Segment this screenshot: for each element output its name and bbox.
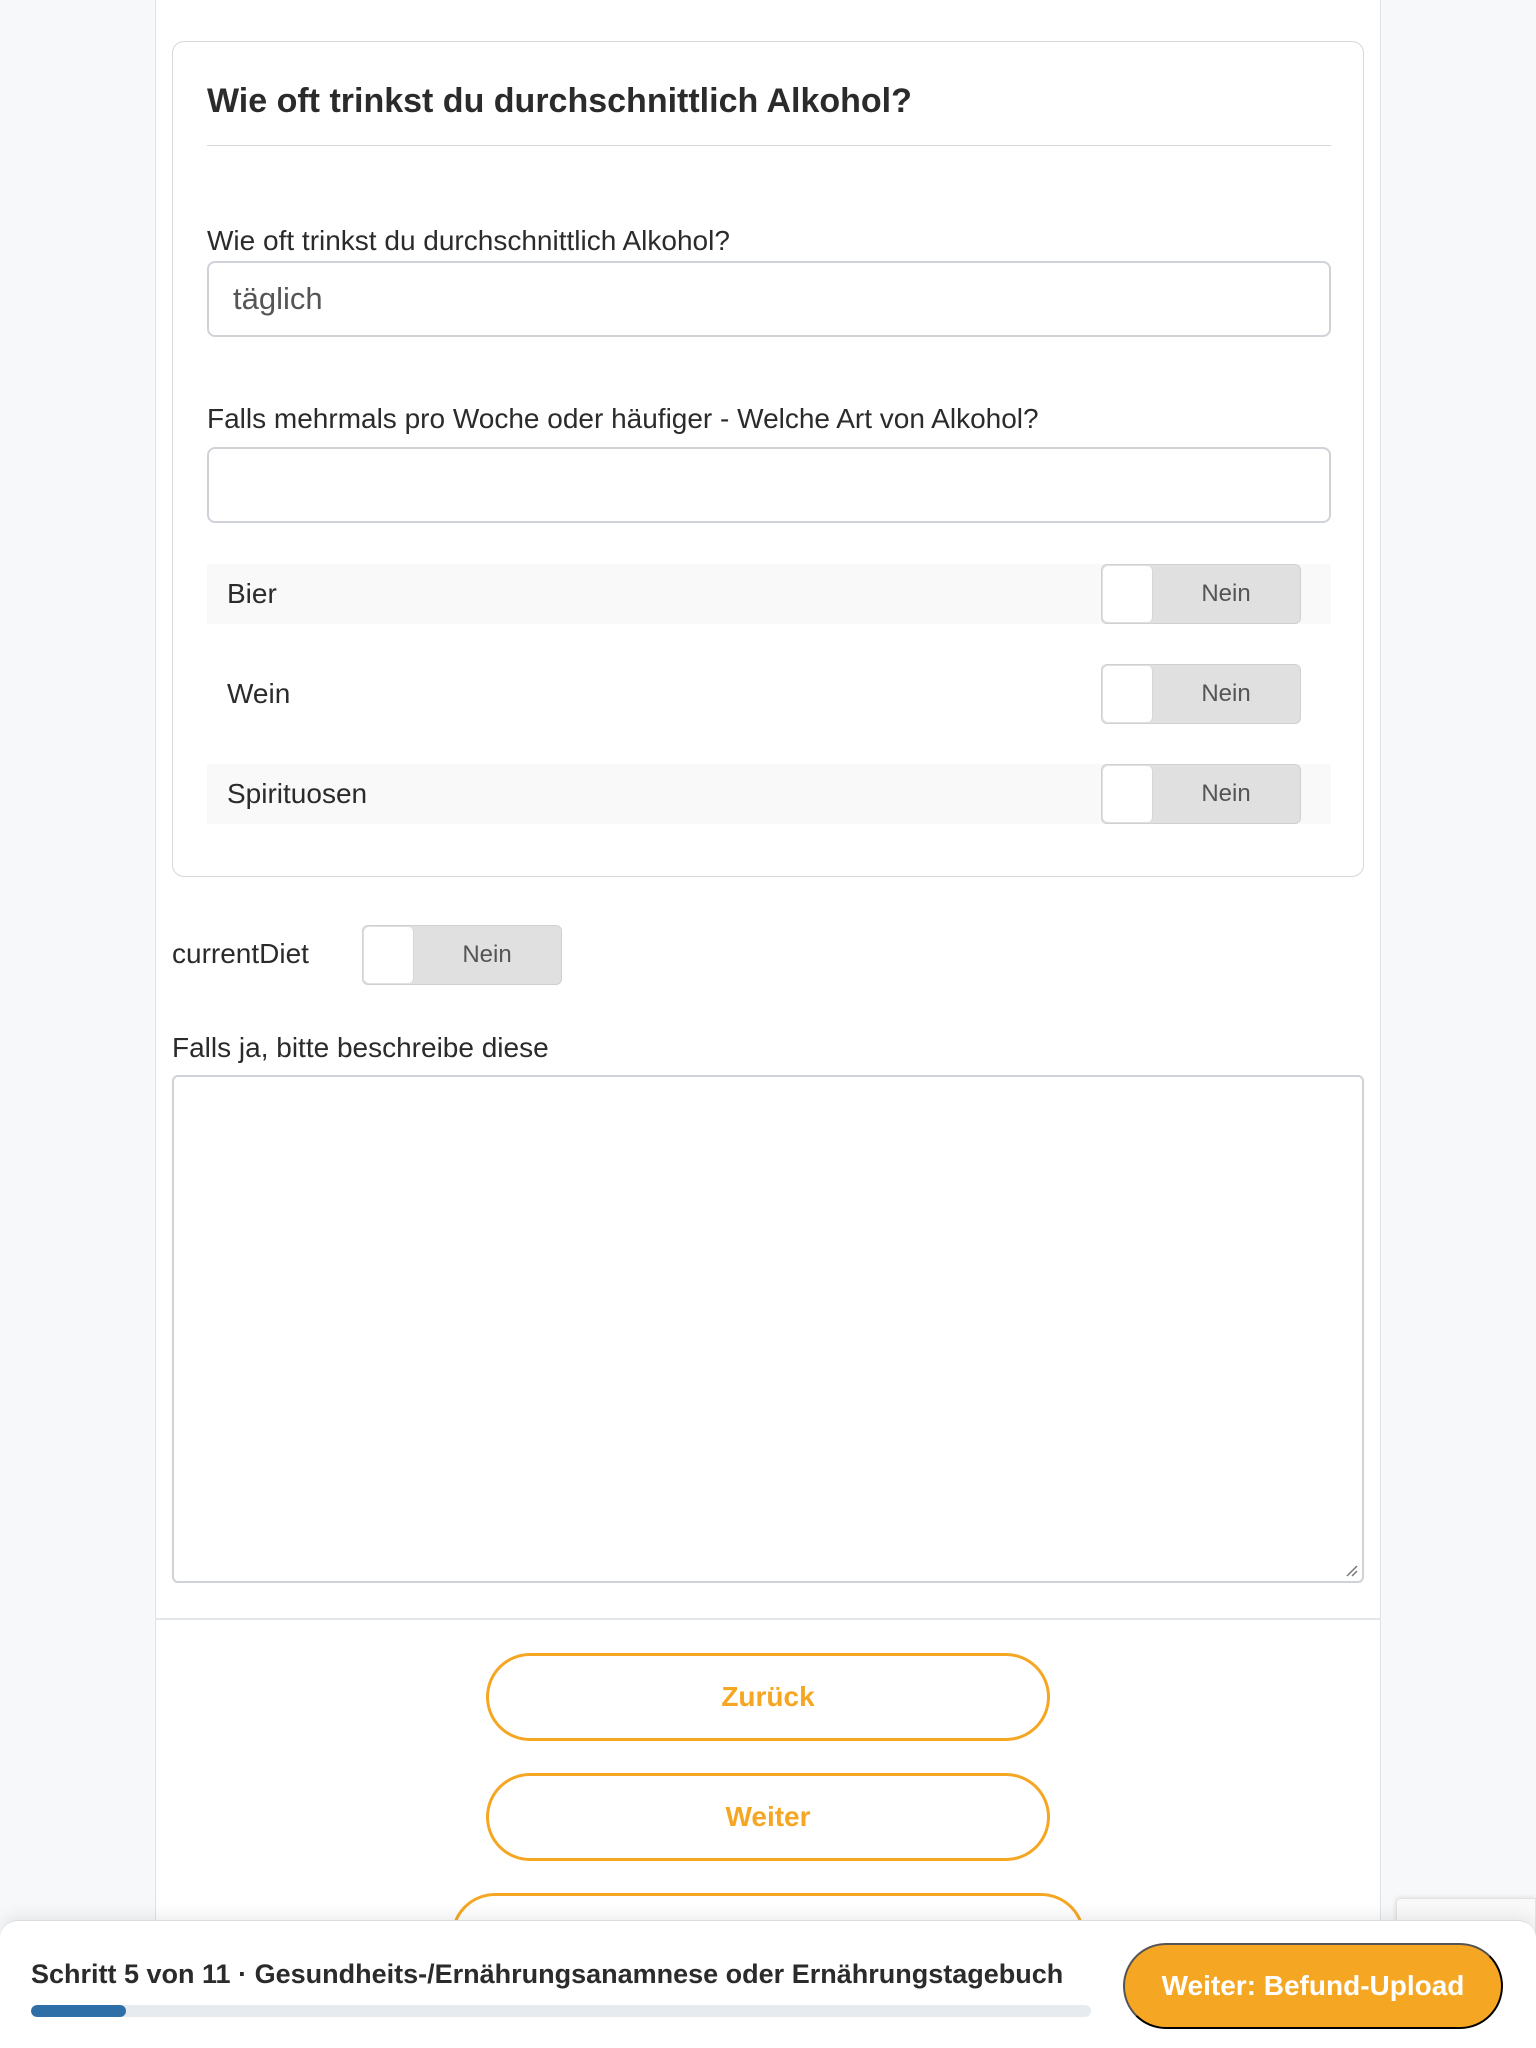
progress-fill — [31, 2005, 127, 2017]
alcohol-question-group: Wie oft trinkst du durchschnittlich Alko… — [172, 41, 1364, 877]
group-title: Wie oft trinkst du durchschnittlich Alko… — [207, 82, 912, 120]
alcohol-type-input[interactable] — [207, 447, 1331, 523]
bottom-progress-bar: Schritt 5 von 11 · Gesundheits-/Ernährun… — [0, 1920, 1536, 2048]
toggle-text: Nein — [1201, 680, 1251, 707]
back-button[interactable]: Zurück — [486, 1653, 1050, 1741]
toggle-row-label: Bier — [227, 578, 277, 609]
toggle-row-label: Spirituosen — [227, 778, 368, 809]
toggle-text: Nein — [1201, 780, 1251, 807]
footer-divider — [155, 1618, 1381, 1620]
toggle-text: Nein — [462, 941, 512, 968]
alcohol-type-label: Falls mehrmals pro Woche oder häufiger -… — [207, 403, 1039, 434]
resize-handle-icon[interactable] — [1342, 1561, 1358, 1577]
toggle-knob — [1103, 666, 1153, 722]
diet-description-label: Falls ja, bitte beschreibe diese — [172, 1032, 549, 1063]
toggle-knob — [1103, 566, 1153, 622]
step-indicator: Schritt 5 von 11 · Gesundheits-/Ernährun… — [31, 1959, 1064, 1989]
bier-toggle[interactable]: Nein — [1101, 564, 1301, 624]
toggle-row-label: Wein — [227, 678, 291, 709]
divider — [207, 145, 1331, 146]
diet-description-textarea[interactable] — [172, 1075, 1364, 1583]
progress-track — [31, 2005, 1091, 2017]
toggle-row-spirituosen: Spirituosen Nein — [207, 764, 1331, 824]
toggle-knob — [364, 927, 414, 983]
frequency-input[interactable]: täglich — [207, 261, 1331, 337]
frequency-label: Wie oft trinkst du durchschnittlich Alko… — [207, 225, 730, 256]
current-diet-label: currentDiet — [172, 938, 309, 969]
next-button[interactable]: Weiter — [486, 1773, 1050, 1861]
next-step-button[interactable]: Weiter: Befund-Upload — [1123, 1943, 1503, 2029]
spirituosen-toggle[interactable]: Nein — [1101, 764, 1301, 824]
current-diet-toggle[interactable]: Nein — [362, 925, 562, 985]
wein-toggle[interactable]: Nein — [1101, 664, 1301, 724]
toggle-text: Nein — [1201, 580, 1251, 607]
toggle-row-wein: Wein Nein — [207, 664, 1331, 724]
toggle-row-bier: Bier Nein — [207, 564, 1331, 624]
toggle-knob — [1103, 766, 1153, 822]
